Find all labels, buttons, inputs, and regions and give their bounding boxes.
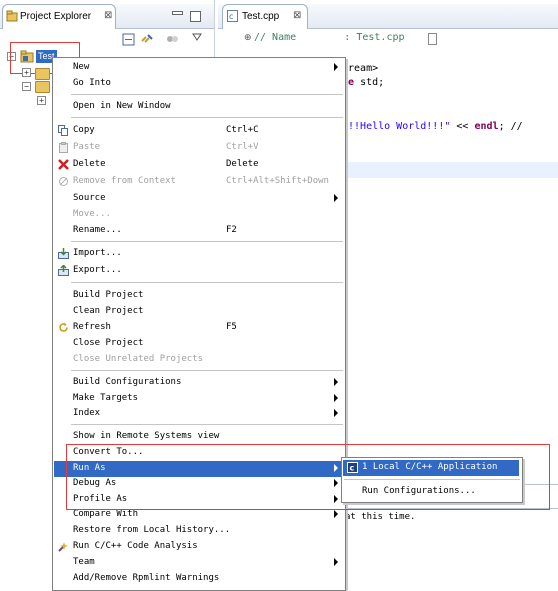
refresh-icon xyxy=(58,322,69,333)
tree-collapse-icon[interactable]: − xyxy=(22,82,31,91)
project-explorer-icon xyxy=(6,10,18,25)
src-folder-icon xyxy=(35,81,50,93)
menu-item-clean-project[interactable]: Clean Project xyxy=(54,304,344,320)
close-icon[interactable]: ⊠ xyxy=(104,10,112,21)
code-line-1: // Name : Test.cpp xyxy=(254,32,405,43)
menu-item-close-unrelated-projects[interactable]: Close Unrelated Projects xyxy=(54,352,344,368)
view-menu-icon[interactable] xyxy=(192,33,202,44)
cpp-file-icon: c xyxy=(227,10,238,25)
menu-item-add-remove-rpmlint[interactable]: Add/Remove Rpmlint Warnings xyxy=(54,571,344,587)
code-line-include: tream> xyxy=(342,63,379,74)
context-menu: New Go Into Open in New Window Copy Ctrl+… xyxy=(52,57,346,591)
menu-item-copy[interactable]: Copy Ctrl+C xyxy=(54,123,344,139)
copy-icon xyxy=(58,125,69,136)
menu-item-new[interactable]: New xyxy=(54,60,344,76)
submenu-arrow-icon xyxy=(334,409,338,417)
code-analysis-icon xyxy=(58,541,69,552)
menu-item-import[interactable]: Import... xyxy=(54,246,344,262)
filter-icon[interactable] xyxy=(166,33,179,46)
close-icon[interactable]: ⊠ xyxy=(293,10,301,21)
export-icon xyxy=(58,264,69,276)
project-explorer-title: Project Explorer xyxy=(20,11,92,22)
minimize-icon[interactable] xyxy=(172,11,183,15)
menu-item-refresh[interactable]: Refresh F5 xyxy=(54,320,344,336)
paste-icon xyxy=(58,142,69,153)
editor-tab-title: Test.cpp xyxy=(242,11,280,22)
menu-item-rename[interactable]: Rename... F2 xyxy=(54,223,344,239)
menu-item-build-configurations[interactable]: Build Configurations xyxy=(54,375,344,391)
menu-item-run-code-analysis[interactable]: Run C/C++ Code Analysis xyxy=(54,539,344,555)
collapse-all-icon[interactable] xyxy=(122,33,135,46)
project-explorer-tab[interactable]: Project Explorer ⊠ xyxy=(2,4,116,29)
submenu-arrow-icon xyxy=(334,378,338,386)
menu-separator xyxy=(71,424,343,425)
code-line-namespace: ce std; xyxy=(342,77,385,88)
menu-item-make-targets[interactable]: Make Targets xyxy=(54,391,344,407)
console-status-text: at this time. xyxy=(345,512,416,522)
folded-comment-marker[interactable] xyxy=(428,33,437,45)
tree-expand-icon[interactable]: + xyxy=(22,68,31,77)
menu-item-source[interactable]: Source xyxy=(54,191,344,207)
submenu-arrow-icon xyxy=(334,63,338,71)
menu-item-build-project[interactable]: Build Project xyxy=(54,288,344,304)
svg-text:c: c xyxy=(229,12,233,21)
menu-item-team[interactable]: Team xyxy=(54,555,344,571)
menu-item-move[interactable]: Move... xyxy=(54,207,344,223)
import-icon xyxy=(58,248,69,259)
remove-context-icon xyxy=(58,176,69,187)
delete-icon xyxy=(58,159,69,170)
menu-separator xyxy=(71,370,343,371)
submenu-arrow-icon xyxy=(334,510,338,518)
includes-folder-icon xyxy=(35,68,50,80)
menu-separator xyxy=(71,94,343,95)
menu-item-paste[interactable]: Paste Ctrl+V xyxy=(54,140,344,156)
menu-separator xyxy=(71,282,343,283)
menu-separator xyxy=(71,117,343,118)
menu-item-delete[interactable]: Delete Delete xyxy=(54,157,344,173)
submenu-arrow-icon xyxy=(334,194,338,202)
menu-item-export[interactable]: Export... xyxy=(54,263,344,279)
menu-item-remove-from-context[interactable]: Remove from Context Ctrl+Alt+Shift+Down xyxy=(54,174,344,190)
submenu-arrow-icon xyxy=(334,394,338,402)
menu-item-restore-local-history[interactable]: Restore from Local History... xyxy=(54,523,344,539)
tree-expand-icon[interactable]: + xyxy=(37,96,46,105)
menu-item-close-project[interactable]: Close Project xyxy=(54,336,344,352)
fold-plus-icon[interactable]: ⊕ xyxy=(244,33,252,43)
submenu-arrow-icon xyxy=(334,558,338,566)
link-with-editor-icon[interactable] xyxy=(140,33,153,46)
code-line-cout: !!!Hello World!!!" << endl; // xyxy=(342,121,523,132)
annotation-box-run-as xyxy=(66,444,550,510)
menu-item-index[interactable]: Index xyxy=(54,406,344,422)
menu-item-open-new-window[interactable]: Open in New Window xyxy=(54,99,344,115)
menu-item-go-into[interactable]: Go Into xyxy=(54,76,344,92)
editor-tab-test-cpp[interactable]: c Test.cpp ⊠ xyxy=(222,4,308,29)
current-line-highlight xyxy=(342,162,558,178)
maximize-icon[interactable] xyxy=(190,11,201,22)
menu-item-show-remote-systems[interactable]: Show in Remote Systems view xyxy=(54,429,344,445)
menu-separator xyxy=(71,241,343,242)
